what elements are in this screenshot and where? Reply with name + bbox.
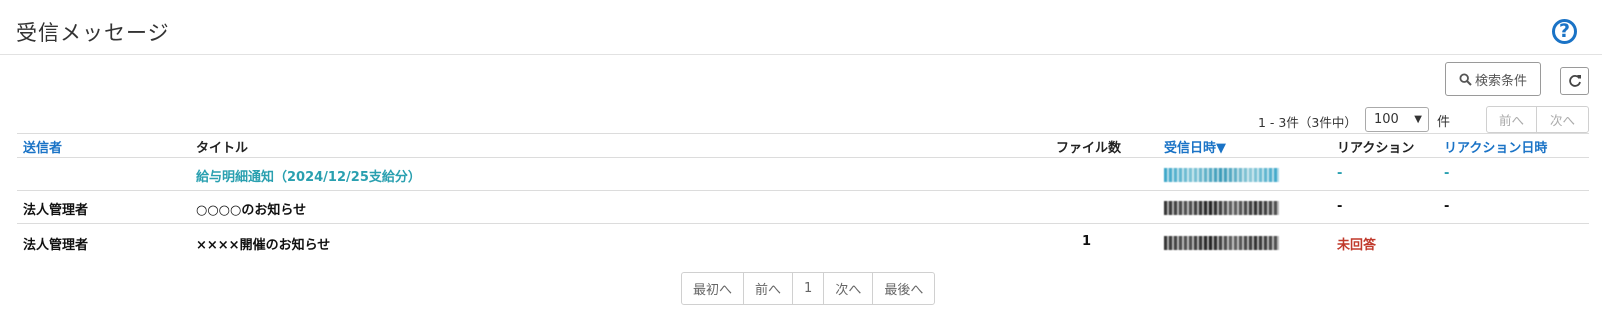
per-page-unit: 件: [1437, 115, 1451, 130]
search-conditions-label: 検索条件: [1474, 73, 1527, 89]
refresh-icon: [1568, 75, 1581, 87]
table-row-reaction-date: -: [1444, 166, 1450, 181]
result-count: 1 - 3件（3件中）: [1258, 115, 1357, 130]
redacted-received-date: [1164, 201, 1279, 215]
row-divider: [17, 223, 1589, 224]
current-page[interactable]: 1: [793, 273, 825, 304]
table-row-reaction: -: [1337, 199, 1343, 214]
table-row-title-link[interactable]: 給与明細通知（2024/12/25支給分）: [196, 166, 421, 185]
search-conditions-button[interactable]: 検索条件: [1445, 62, 1541, 96]
last-page-button[interactable]: 最後へ: [873, 273, 934, 304]
per-page-select[interactable]: 100 ▼: [1365, 107, 1429, 132]
per-page-value: 100: [1374, 112, 1399, 127]
page-title: 受信メッセージ: [16, 21, 170, 45]
chevron-down-icon: ▼: [1414, 114, 1422, 125]
table-row-files: 1: [1082, 234, 1092, 249]
table-row-title[interactable]: ○○○○のお知らせ: [196, 199, 306, 218]
prev-page-button[interactable]: 前へ: [744, 273, 794, 304]
top-prev-button[interactable]: 前へ: [1486, 106, 1537, 133]
top-next-button[interactable]: 次へ: [1536, 106, 1589, 133]
table-row-reaction: -: [1337, 166, 1343, 181]
table-row-reaction-status[interactable]: 未回答: [1337, 234, 1376, 253]
column-header-reaction: リアクション: [1337, 141, 1415, 156]
table-row-sender: 法人管理者: [23, 238, 89, 253]
column-header-title: タイトル: [196, 141, 249, 156]
first-page-button[interactable]: 最初へ: [682, 273, 745, 304]
column-header-reaction-date[interactable]: リアクション日時: [1444, 137, 1547, 156]
table-row-sender: 法人管理者: [23, 203, 89, 218]
pagination: 最初へ 前へ 1 次へ 最後へ: [681, 272, 936, 305]
search-icon: [1459, 72, 1472, 86]
help-icon[interactable]: ?: [1552, 19, 1577, 44]
column-header-received[interactable]: 受信日時▼: [1164, 137, 1226, 156]
column-header-files: ファイル数: [1056, 141, 1122, 156]
column-header-sender[interactable]: 送信者: [23, 137, 62, 156]
table-row-title[interactable]: ××××開催のお知らせ: [196, 234, 330, 253]
row-divider: [17, 190, 1589, 191]
next-page-button[interactable]: 次へ: [824, 273, 874, 304]
table-header-border: [17, 157, 1589, 158]
table-row-reaction-date: -: [1444, 199, 1450, 214]
refresh-button[interactable]: [1560, 67, 1589, 95]
table-top-border: [17, 133, 1589, 134]
page-header: 受信メッセージ ?: [0, 0, 1602, 55]
redacted-received-date: [1164, 236, 1279, 250]
redacted-received-date: [1164, 168, 1279, 182]
